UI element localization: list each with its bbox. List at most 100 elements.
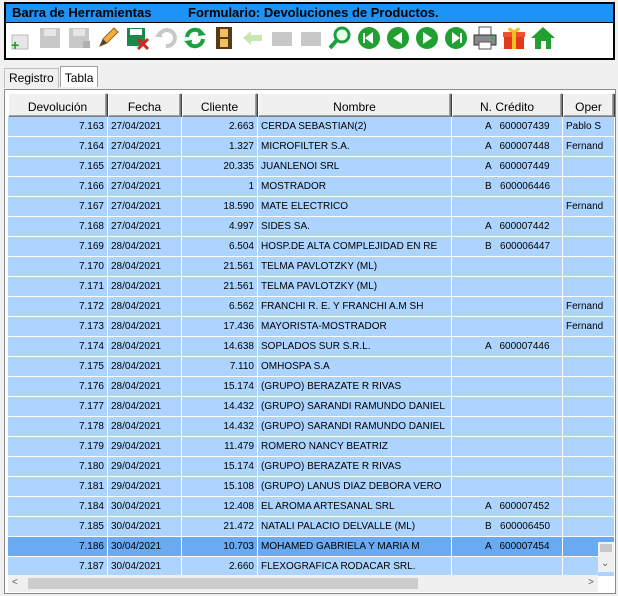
column-header[interactable]: Devolución	[8, 93, 107, 117]
table-row[interactable]: 7.165 27/04/2021 20.335 JUANLENOI SRL A 6000…	[8, 157, 615, 177]
table-cell: 20.335	[182, 157, 258, 177]
table-row[interactable]: 7.168 27/04/2021 4.997 SIDES SA. A 600007442	[8, 217, 615, 237]
table-cell: 1.327	[182, 137, 258, 157]
toolbar-button-back-disabled[interactable]	[240, 28, 266, 54]
table-cell: 14.638	[182, 337, 258, 357]
table-cell	[452, 277, 563, 297]
tab-tabla[interactable]: Tabla	[59, 66, 99, 87]
toolbar-button-home[interactable]	[530, 25, 556, 56]
table-cell: ROMERO NANCY BEATRIZ	[258, 437, 452, 457]
table-cell: 6.562	[182, 297, 258, 317]
tab-strip: Registro Tabla	[4, 66, 99, 88]
table-row[interactable]: 7.178 28/04/2021 14.432 (GRUPO) SARANDI RAM…	[8, 417, 615, 437]
toolbar-button-blank-disabled[interactable]	[269, 28, 295, 54]
table-cell: 7.169	[8, 237, 108, 257]
table-row[interactable]: 7.171 28/04/2021 21.561 TELMA PAVLOTZKY (ML…	[8, 277, 615, 297]
table-cell: 7.174	[8, 337, 108, 357]
table-row[interactable]: 7.179 29/04/2021 11.479 ROMERO NANCY BEATR…	[8, 437, 615, 457]
column-header[interactable]: Cliente	[182, 93, 257, 117]
toolbar-button-search[interactable]	[327, 26, 353, 54]
table-cell: Pablo S	[563, 117, 615, 137]
table-cell: A 600007449	[452, 157, 563, 177]
table-cell: 28/04/2021	[108, 257, 182, 277]
table-cell	[452, 297, 563, 317]
table-row[interactable]: 7.180 29/04/2021 15.174 (GRUPO) BERAZATE R …	[8, 457, 615, 477]
table-cell: 7.168	[8, 217, 108, 237]
table-row[interactable]: 7.174 28/04/2021 14.638 SOPLADOS SUR S.R.L.…	[8, 337, 615, 357]
home-icon	[530, 25, 556, 56]
column-header[interactable]: N. Crédito	[452, 93, 562, 117]
table-cell: 7.185	[8, 517, 108, 537]
toolbar-button-last-record[interactable]	[443, 27, 469, 54]
toolbar-button-printer[interactable]	[472, 26, 498, 54]
table-row[interactable]: 7.173 28/04/2021 17.436 MAYORISTA-MOSTRADOR…	[8, 317, 615, 337]
table-cell	[563, 457, 615, 477]
toolbar: +	[6, 23, 613, 58]
blank-disabled-icon	[269, 25, 295, 56]
table-cell: Fernand	[563, 137, 615, 157]
table-row[interactable]: 7.170 28/04/2021 21.561 TELMA PAVLOTZKY (ML…	[8, 257, 615, 277]
table-row[interactable]: 7.186 30/04/2021 10.703 MOHAMED GABRIELA Y …	[8, 537, 615, 557]
table-row[interactable]: 7.176 28/04/2021 15.174 (GRUPO) BERAZATE R …	[8, 377, 615, 397]
table-cell	[452, 437, 563, 457]
table-cell: 28/04/2021	[108, 277, 182, 297]
table-row[interactable]: 7.169 28/04/2021 6.504 HOSP.DE ALTA COMPLEJ…	[8, 237, 615, 257]
column-header[interactable]: Fecha	[108, 93, 181, 117]
table-cell: 2.663	[182, 117, 258, 137]
table-row[interactable]: 7.187 30/04/2021 2.660 FLEXOGRAFICA RODACAR…	[8, 557, 615, 577]
toolbar-button-previous-record[interactable]	[385, 25, 411, 56]
table-cell: 29/04/2021	[108, 457, 182, 477]
toolbar-button-add[interactable]: +	[8, 28, 34, 54]
toolbar-button-refresh[interactable]	[182, 27, 208, 54]
table-cell	[563, 337, 615, 357]
scroll-left-icon[interactable]: <	[12, 577, 18, 588]
tab-registro[interactable]: Registro	[4, 68, 59, 88]
toolbar-button-blank2-disabled[interactable]	[298, 28, 324, 54]
column-header[interactable]: Oper	[563, 93, 614, 117]
toolbar-button-save-all-disabled[interactable]	[66, 28, 92, 54]
toolbar-button-delete[interactable]	[124, 28, 150, 54]
table-row[interactable]: 7.184 30/04/2021 12.408 EL AROMA ARTESANAL …	[8, 497, 615, 517]
table-cell: 28/04/2021	[108, 357, 182, 377]
toolbar-button-gift[interactable]	[501, 27, 527, 54]
table-row[interactable]: 7.164 27/04/2021 1.327 MICROFILTER S.A. A 60…	[8, 137, 615, 157]
vertical-scrollbar[interactable]: ⌄	[598, 542, 614, 572]
form-title: Formulario: Devoluciones de Productos.	[188, 5, 439, 20]
horizontal-scrollbar[interactable]: < >	[8, 575, 598, 592]
table-cell: (GRUPO) SARANDI RAMUNDO DANIEL	[258, 397, 452, 417]
table-row[interactable]: 7.177 28/04/2021 14.432 (GRUPO) SARANDI RAM…	[8, 397, 615, 417]
column-header[interactable]: Nombre	[258, 93, 451, 117]
table-cell: MOHAMED GABRIELA Y MARIA M	[258, 537, 452, 557]
toolbar-button-save-disabled[interactable]	[37, 28, 63, 54]
back-disabled-icon	[240, 25, 266, 56]
previous-record-icon	[385, 25, 411, 56]
table-cell: B 600006447	[452, 237, 563, 257]
table-cell: 7.177	[8, 397, 108, 417]
toolbar-button-film[interactable]	[211, 27, 237, 54]
table-cell: 18.590	[182, 197, 258, 217]
table-row[interactable]: 7.175 28/04/2021 7.110 OMHOSPA S.A	[8, 357, 615, 377]
table-row[interactable]: 7.163 27/04/2021 2.663 CERDA SEBASTIAN(2) A …	[8, 117, 615, 137]
table-row[interactable]: 7.185 30/04/2021 21.472 NATALI PALACIO DELV…	[8, 517, 615, 537]
table-row[interactable]: 7.172 28/04/2021 6.562 FRANCHI R. E. Y FRAN…	[8, 297, 615, 317]
scroll-right-icon[interactable]: >	[588, 577, 594, 588]
table-cell: B 600006446	[452, 177, 563, 197]
table-cell: 14.432	[182, 417, 258, 437]
table-row[interactable]: 7.166 27/04/2021 1 MOSTRADOR B 600006446	[8, 177, 615, 197]
toolbar-button-undo-disabled[interactable]	[153, 28, 179, 54]
table-cell: 30/04/2021	[108, 497, 182, 517]
table-cell	[452, 197, 563, 217]
table-cell	[563, 237, 615, 257]
vertical-scroll-thumb[interactable]	[600, 544, 612, 552]
toolbar-button-next-record[interactable]	[414, 27, 440, 54]
toolbar-button-edit-pencil[interactable]	[95, 27, 121, 54]
horizontal-scroll-thumb[interactable]	[28, 578, 418, 589]
table-cell: 28/04/2021	[108, 377, 182, 397]
table-row[interactable]: 7.181 29/04/2021 15.108 (GRUPO) LANUS DIAZ …	[8, 477, 615, 497]
toolbar-button-first-record[interactable]	[356, 27, 382, 54]
table-row[interactable]: 7.167 27/04/2021 18.590 MATE ELECTRICO Ferna…	[8, 197, 615, 217]
table-cell: Fernand	[563, 317, 615, 337]
scroll-down-icon[interactable]: ⌄	[601, 558, 609, 569]
table-cell: MICROFILTER S.A.	[258, 137, 452, 157]
table-cell: 29/04/2021	[108, 437, 182, 457]
